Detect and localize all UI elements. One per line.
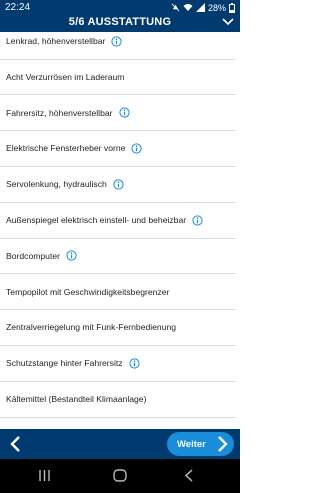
info-icon[interactable]	[118, 107, 130, 118]
battery-icon	[229, 2, 235, 13]
info-icon[interactable]	[128, 358, 140, 369]
equipment-list: Lenkrad, höhenverstellbar Acht Verzurröse…	[0, 32, 240, 429]
list-item-label: Servolenkung, hydraulisch	[6, 179, 107, 190]
list-item[interactable]: Acht Verzurrösen im Laderaum	[0, 59, 240, 94]
list-item[interactable]: Schutzstange hinter Fahrersitz	[0, 346, 240, 381]
battery-percent: 28%	[207, 2, 226, 13]
list-item[interactable]: Zentralverriegelung mit Funk-Fernbedienu…	[0, 310, 240, 345]
list-item-label: Tempopilot mit Geschwindigkeitsbegrenzer	[6, 286, 170, 297]
status-time: 22:24	[5, 2, 31, 13]
list-item-label: Kältemittel (Bestandteil Klimaanlage)	[6, 394, 147, 404]
mute-icon	[171, 3, 180, 12]
page-title: 5/6 AUSSTATTUNG	[68, 16, 172, 28]
wifi-icon	[183, 4, 193, 11]
list-item[interactable]: Tempopilot mit Geschwindigkeitsbegrenzer	[0, 274, 240, 309]
bottom-action-bar: Weiter	[0, 429, 240, 459]
home-icon[interactable]	[113, 469, 127, 482]
list-item-label: Zentralverriegelung mit Funk-Fernbedienu…	[6, 322, 177, 333]
info-icon[interactable]	[113, 179, 124, 190]
list-item-label: Elektrische Fensterheber vorne	[6, 143, 126, 154]
list-divider	[0, 416, 236, 418]
list-item-label: Außenspiegel elektrisch einstell- und be…	[6, 215, 187, 225]
list-item[interactable]: Kältemittel (Bestandteil Klimaanlage)	[0, 382, 240, 417]
info-icon[interactable]	[192, 214, 203, 226]
list-item-label: Acht Verzurrösen im Laderaum	[6, 71, 125, 82]
status-icons: 28%	[171, 2, 235, 13]
list-item[interactable]: Fahrersitz, höhenverstellbar	[0, 95, 240, 130]
next-button[interactable]: Weiter	[167, 432, 234, 456]
info-icon[interactable]	[111, 35, 122, 47]
recent-apps-icon[interactable]	[38, 469, 51, 482]
list-item[interactable]: Außenspiegel elektrisch einstell- und be…	[0, 203, 240, 238]
back-chevron-icon[interactable]	[8, 435, 24, 453]
chevron-down-icon[interactable]	[222, 17, 234, 26]
list-item-label: Lenkrad, höhenverstellbar	[6, 36, 106, 46]
list-item-label: Fahrersitz, höhenverstellbar	[6, 107, 113, 118]
page-header: 5/6 AUSSTATTUNG	[0, 15, 240, 32]
status-bar: 22:24 28%	[0, 0, 240, 15]
list-item[interactable]: Elektrische Fensterheber vorne	[0, 131, 240, 166]
signal-icon	[195, 3, 205, 12]
forward-arrow-icon	[218, 436, 228, 452]
list-item[interactable]: Servolenkung, hydraulisch	[0, 167, 240, 202]
list-item-label: Schutzstange hinter Fahrersitz	[6, 358, 123, 369]
list-item[interactable]: Lenkrad, höhenverstellbar	[0, 32, 240, 59]
android-nav-bar	[0, 459, 240, 493]
next-button-label: Weiter	[177, 438, 206, 450]
info-icon[interactable]	[66, 250, 77, 261]
list-item[interactable]: Bordcomputer	[0, 238, 240, 273]
list-item-label: Bordcomputer	[6, 250, 60, 261]
info-icon[interactable]	[131, 143, 143, 154]
system-back-icon[interactable]	[184, 469, 194, 482]
